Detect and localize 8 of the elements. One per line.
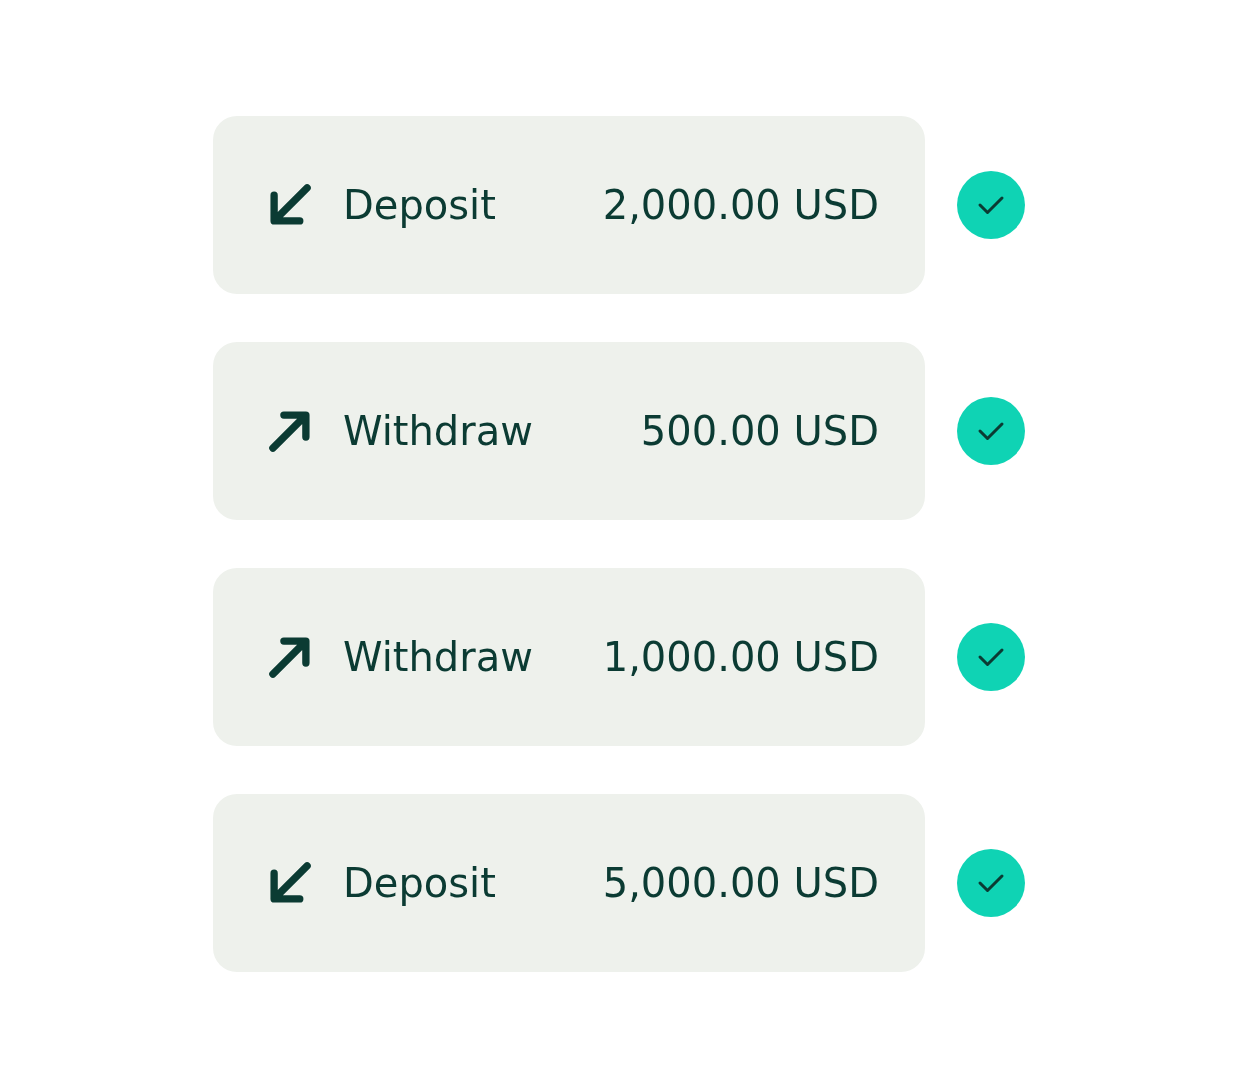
transaction-type: Withdraw	[343, 634, 533, 680]
transaction-amount: 5,000.00 USD	[602, 860, 879, 906]
transaction-type: Deposit	[343, 860, 496, 906]
transaction-amount: 2,000.00 USD	[602, 182, 879, 228]
transaction-amount: 500.00 USD	[640, 408, 879, 454]
transaction-amount: 1,000.00 USD	[602, 634, 879, 680]
transaction-type: Withdraw	[343, 408, 533, 454]
transaction-type: Deposit	[343, 182, 496, 228]
